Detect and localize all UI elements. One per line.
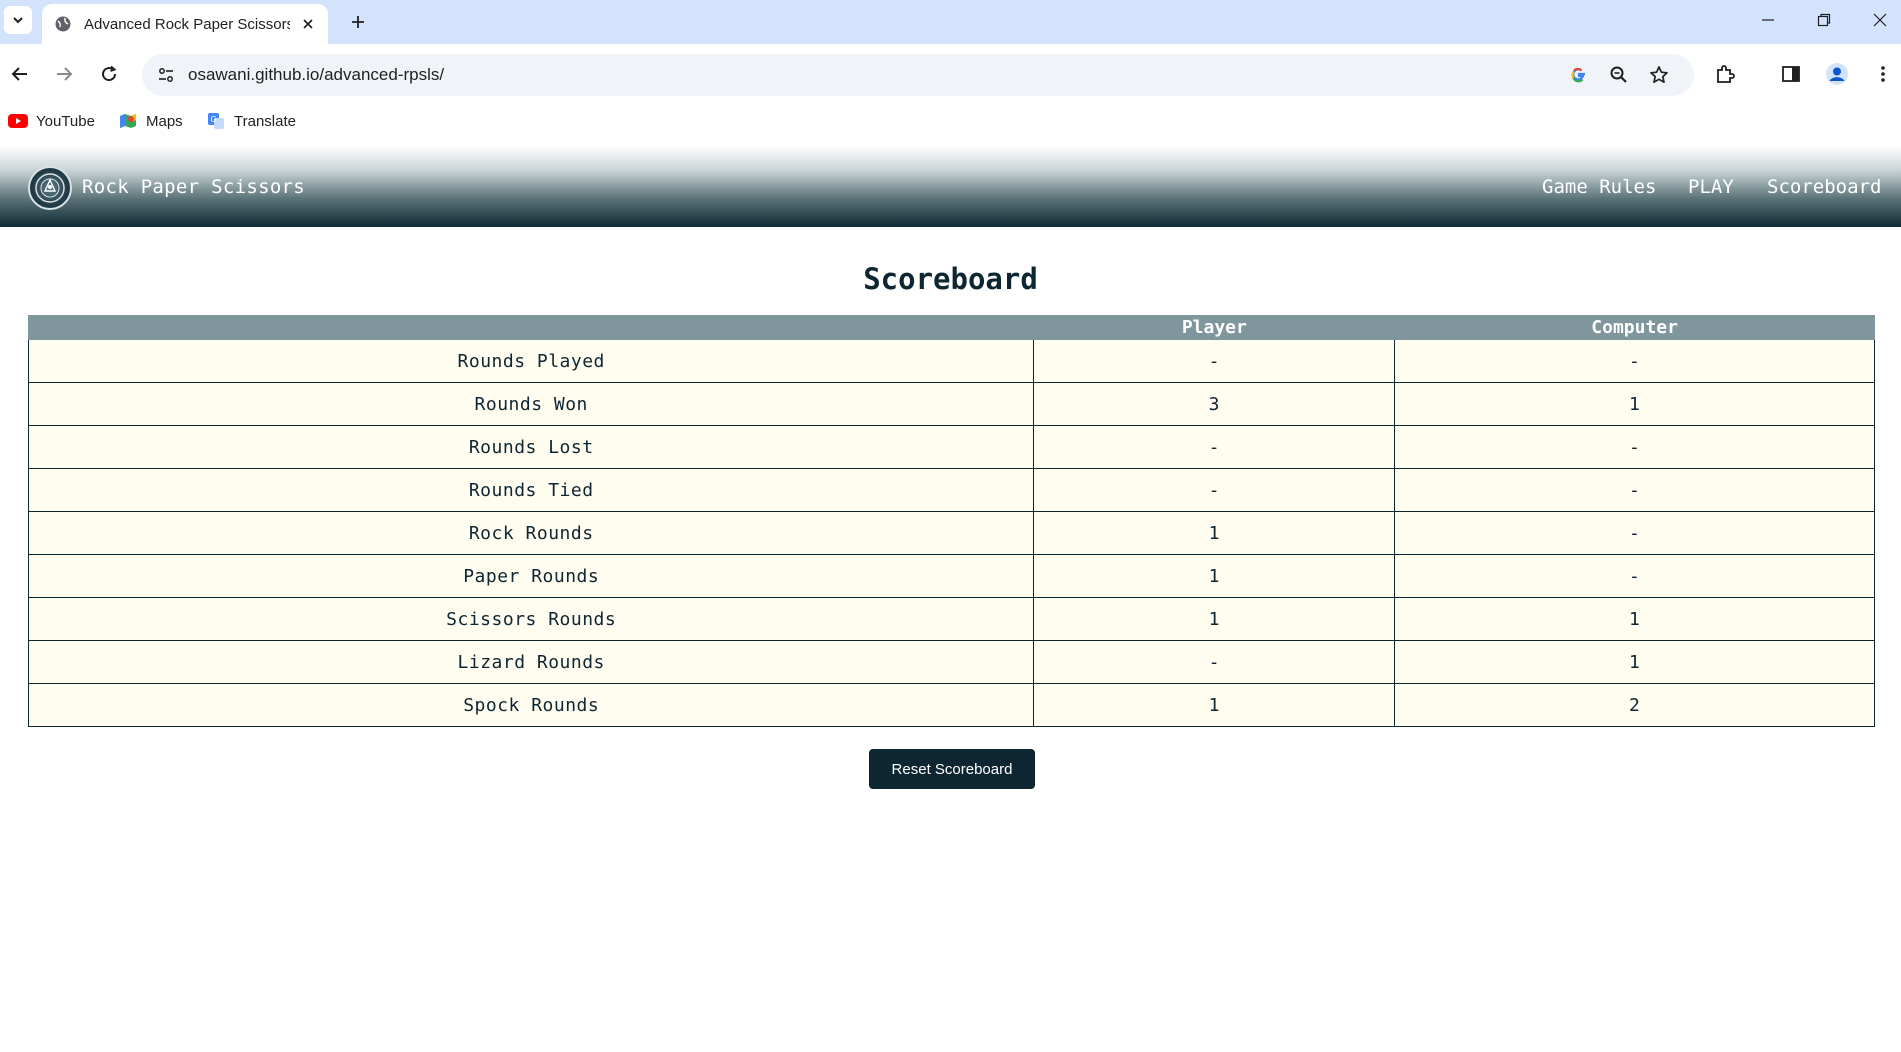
globe-icon [54,15,72,33]
player-value: - [1033,425,1396,469]
browser-tab-strip: Advanced Rock Paper Scissors [0,0,1901,44]
site-header: Rock Paper Scissors Game Rules PLAY Scor… [0,146,1901,227]
close-window-button[interactable] [1852,0,1901,40]
forward-button[interactable] [47,57,81,91]
row-label: Rounds Played [27,339,1035,383]
nav-game-rules[interactable]: Game Rules [1542,176,1656,198]
translate-icon: G [206,111,226,131]
player-value: 1 [1033,554,1396,598]
bookmark-label: Translate [234,112,296,130]
table-row: Rounds Won 3 1 [27,382,1875,426]
bookmark-youtube[interactable]: YouTube [8,108,95,134]
more-menu-icon[interactable] [1866,57,1900,91]
reset-scoreboard-button[interactable]: Reset Scoreboard [869,749,1035,789]
computer-value: 2 [1394,683,1875,727]
table-row: Rounds Tied - - [27,468,1875,512]
column-header-stat [27,315,1035,340]
player-value: 3 [1033,382,1396,426]
computer-value: - [1394,554,1875,598]
restore-icon [1817,13,1831,27]
bookmark-maps[interactable]: Maps [118,108,183,134]
table-row: Rock Rounds 1 - [27,511,1875,555]
computer-value: - [1394,511,1875,555]
bookmark-star-icon[interactable] [1646,62,1672,88]
computer-value: - [1394,468,1875,512]
scoreboard-table: Player Computer Rounds Played - - Rounds… [27,315,1875,727]
zoom-icon[interactable] [1606,62,1632,88]
side-panel-icon[interactable] [1774,57,1808,91]
restore-button[interactable] [1796,0,1852,40]
emblem-icon [35,173,65,203]
player-value: 1 [1033,511,1396,555]
profile-avatar-icon[interactable] [1820,57,1854,91]
table-row: Rounds Played - - [27,339,1875,383]
player-value: - [1033,339,1396,383]
row-label: Rounds Won [27,382,1035,426]
row-label: Rock Rounds [27,511,1035,555]
plus-icon [352,16,364,28]
page-title: Scoreboard [863,262,1038,296]
brand-name[interactable]: Rock Paper Scissors [82,176,305,198]
site-logo[interactable] [28,166,72,210]
close-tab-icon[interactable] [298,14,318,34]
arrow-right-icon [57,67,73,81]
player-value: 1 [1033,683,1396,727]
new-tab-button[interactable] [344,8,372,36]
table-row: Lizard Rounds - 1 [27,640,1875,684]
url-text[interactable]: osawani.github.io/advanced-rpsls/ [188,65,444,85]
player-value: - [1033,468,1396,512]
table-row: Spock Rounds 1 2 [27,683,1875,727]
arrow-left-icon [11,67,27,81]
nav-scoreboard[interactable]: Scoreboard [1767,176,1881,198]
table-row: Paper Rounds 1 - [27,554,1875,598]
back-button[interactable] [3,57,37,91]
reload-button[interactable] [92,57,126,91]
nav-play[interactable]: PLAY [1688,176,1734,198]
chevron-down-icon [13,17,23,24]
player-value: - [1033,640,1396,684]
bookmark-label: Maps [146,112,183,130]
youtube-icon [8,111,28,131]
close-icon [1873,13,1887,27]
computer-value: - [1394,425,1875,469]
address-bar[interactable]: osawani.github.io/advanced-rpsls/ [142,54,1694,96]
table-header-row: Player Computer [27,315,1875,340]
bookmark-label: YouTube [36,112,95,130]
row-label: Spock Rounds [27,683,1035,727]
bookmarks-bar: YouTube Maps G Translate [0,104,1901,138]
computer-value: 1 [1394,382,1875,426]
minimize-button[interactable] [1740,0,1796,40]
extensions-icon[interactable] [1708,57,1742,91]
row-label: Rounds Lost [27,425,1035,469]
row-label: Scissors Rounds [27,597,1035,641]
maps-icon [118,111,138,131]
tab-search-button[interactable] [4,6,32,34]
bookmark-translate[interactable]: G Translate [206,108,296,134]
player-value: 1 [1033,597,1396,641]
svg-text:G: G [211,115,217,124]
row-label: Paper Rounds [27,554,1035,598]
computer-value: 1 [1394,597,1875,641]
table-row: Rounds Lost - - [27,425,1875,469]
row-label: Lizard Rounds [27,640,1035,684]
column-header-player: Player [1033,315,1396,340]
tab-title: Advanced Rock Paper Scissors [84,15,290,33]
minimize-icon [1762,19,1774,21]
google-lens-icon[interactable] [1566,62,1592,88]
table-row: Scissors Rounds 1 1 [27,597,1875,641]
browser-toolbar: osawani.github.io/advanced-rpsls/ [0,44,1901,104]
computer-value: - [1394,339,1875,383]
reload-icon [102,65,117,82]
column-header-computer: Computer [1394,315,1875,340]
site-info-icon[interactable] [150,59,182,91]
row-label: Rounds Tied [27,468,1035,512]
computer-value: 1 [1394,640,1875,684]
active-tab[interactable]: Advanced Rock Paper Scissors [42,4,328,44]
